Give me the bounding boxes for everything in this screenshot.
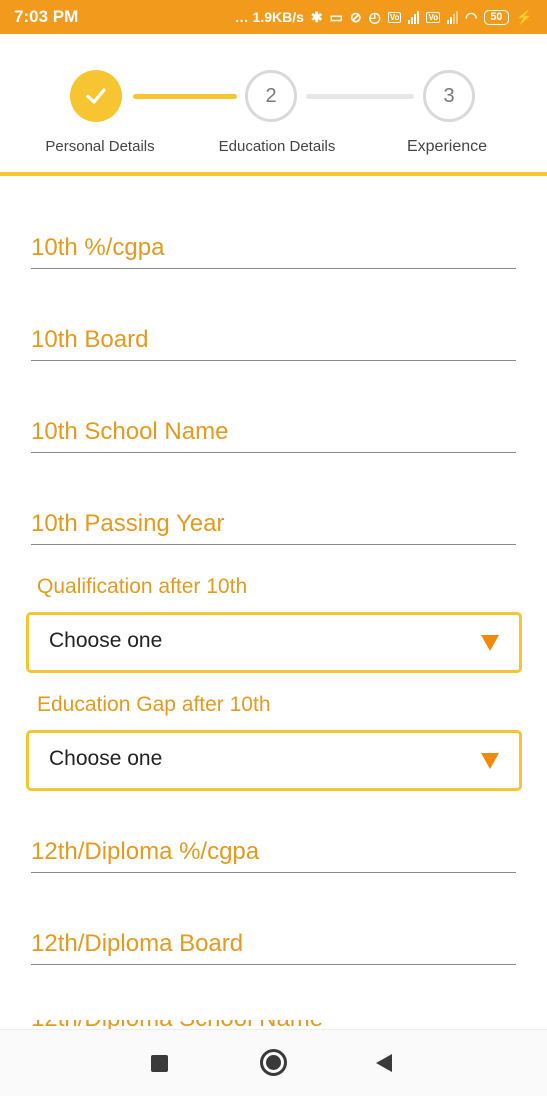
recent-apps-icon[interactable] xyxy=(151,1055,168,1072)
status-icons: … 1.9KB/s ✱ ▭ ⊘ ◴ Vo Vo ◠ 50 ⚡ xyxy=(235,9,533,25)
tenth-board-placeholder: 10th Board xyxy=(31,326,149,353)
twelfth-cgpa-placeholder: 12th/Diploma %/cgpa xyxy=(31,838,260,865)
education-gap-select[interactable]: Choose one xyxy=(26,730,522,791)
wifi-icon: ◠ xyxy=(465,9,478,25)
network-speed: … 1.9KB/s xyxy=(234,9,304,25)
signal-icon xyxy=(447,10,459,24)
alarm-icon: ◴ xyxy=(368,9,381,25)
volte-icon: Vo xyxy=(387,11,402,23)
bluetooth-icon: ✱ xyxy=(310,9,323,25)
twelfth-school-name-input[interactable]: 12th/Diploma School Name xyxy=(31,1020,323,1029)
tenth-school-name-placeholder: 10th School Name xyxy=(31,418,229,445)
tenth-passing-year-placeholder: 10th Passing Year xyxy=(31,510,225,537)
qualification-label: Qualification after 10th xyxy=(37,575,248,598)
tenth-cgpa-placeholder: 10th %/cgpa xyxy=(31,234,165,261)
education-gap-selected-value: Choose one xyxy=(49,747,163,770)
step-1-label: Personal Details xyxy=(45,138,155,155)
status-time: 7:03 PM xyxy=(14,7,79,26)
home-icon[interactable] xyxy=(260,1049,287,1076)
twelfth-board-input[interactable]: 12th/Diploma Board xyxy=(31,919,516,965)
step-connector-2 xyxy=(306,94,414,99)
step-1-complete[interactable] xyxy=(70,70,122,122)
step-3-number: 3 xyxy=(443,84,455,107)
volte-icon: Vo xyxy=(426,11,441,23)
step-connector-1 xyxy=(133,94,237,99)
vpn-key-icon: ▭ xyxy=(329,9,343,25)
tenth-school-name-input[interactable]: 10th School Name xyxy=(31,407,516,453)
twelfth-board-placeholder: 12th/Diploma Board xyxy=(31,930,244,957)
tenth-cgpa-input[interactable]: 10th %/cgpa xyxy=(31,223,516,269)
dropdown-arrow-icon xyxy=(481,753,499,769)
education-gap-label: Education Gap after 10th xyxy=(37,693,271,716)
back-icon[interactable] xyxy=(376,1054,392,1072)
stepper-divider xyxy=(0,172,547,176)
battery-level: 50 xyxy=(490,10,503,23)
step-3-label: Experience xyxy=(406,138,488,155)
charging-icon: ⚡ xyxy=(515,9,533,25)
step-2-label: Education Details xyxy=(218,138,336,155)
signal-icon xyxy=(408,10,420,24)
muted-alarm-icon: ⊘ xyxy=(349,9,362,25)
tenth-passing-year-input[interactable]: 10th Passing Year xyxy=(31,499,516,545)
step-3[interactable]: 3 xyxy=(423,70,475,122)
qualification-selected-value: Choose one xyxy=(49,629,163,652)
step-2-number: 2 xyxy=(265,84,277,107)
system-nav-bar xyxy=(0,1029,547,1096)
status-bar: 7:03 PM … 1.9KB/s ✱ ▭ ⊘ ◴ Vo Vo ◠ 50 ⚡ xyxy=(0,0,547,34)
twelfth-cgpa-input[interactable]: 12th/Diploma %/cgpa xyxy=(31,827,516,873)
check-icon xyxy=(86,88,106,104)
battery-icon: 50 xyxy=(484,9,509,25)
tenth-board-input[interactable]: 10th Board xyxy=(31,315,516,361)
twelfth-school-name-placeholder: 12th/Diploma School Name xyxy=(31,1020,323,1029)
step-2[interactable]: 2 xyxy=(245,70,297,122)
qualification-select[interactable]: Choose one xyxy=(26,612,522,673)
progress-stepper: 2 3 Personal Details Education Details E… xyxy=(0,34,547,177)
dropdown-arrow-icon xyxy=(481,635,499,651)
